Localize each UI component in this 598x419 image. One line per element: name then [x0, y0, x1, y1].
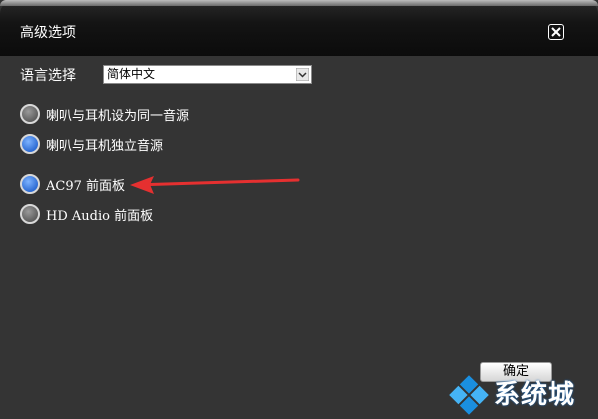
watermark: 系统城 [446, 370, 596, 418]
close-button[interactable] [548, 24, 564, 40]
option-ac97-front-panel[interactable]: AC97 前面板 [20, 173, 125, 195]
radio-same-source[interactable] [20, 104, 40, 124]
close-icon [551, 27, 561, 37]
title-bar: 高级选项 [0, 0, 598, 56]
windows-logo-icon [449, 375, 489, 415]
radio-hd-audio-front-panel[interactable] [20, 204, 40, 224]
option-independent-source[interactable]: 喇叭与耳机独立音源 [20, 133, 163, 155]
option-same-source[interactable]: 喇叭与耳机设为同一音源 [20, 103, 189, 125]
radio-ac97-front-panel[interactable] [20, 174, 40, 194]
option-hd-audio-label: HD Audio 前面板 [46, 208, 154, 224]
option-same-source-label: 喇叭与耳机设为同一音源 [46, 108, 190, 124]
dialog-title: 高级选项 [20, 25, 76, 41]
language-select[interactable]: 简体中文 [103, 65, 312, 84]
chevron-down-icon [296, 68, 309, 81]
option-hd-audio-front-panel[interactable]: HD Audio 前面板 [20, 203, 153, 225]
watermark-text: 系统城 [494, 380, 576, 410]
annotation-arrow [130, 176, 300, 194]
option-independent-source-label: 喇叭与耳机独立音源 [46, 138, 164, 154]
advanced-options-dialog: 高级选项 语言选择 简体中文 喇叭与耳机设为同一音源 喇叭与耳机独立音源 AC9… [0, 0, 598, 419]
radio-independent-source[interactable] [20, 134, 40, 154]
option-ac97-label: AC97 前面板 [46, 178, 126, 194]
language-select-value: 简体中文 [107, 67, 156, 81]
language-label: 语言选择 [20, 68, 76, 84]
